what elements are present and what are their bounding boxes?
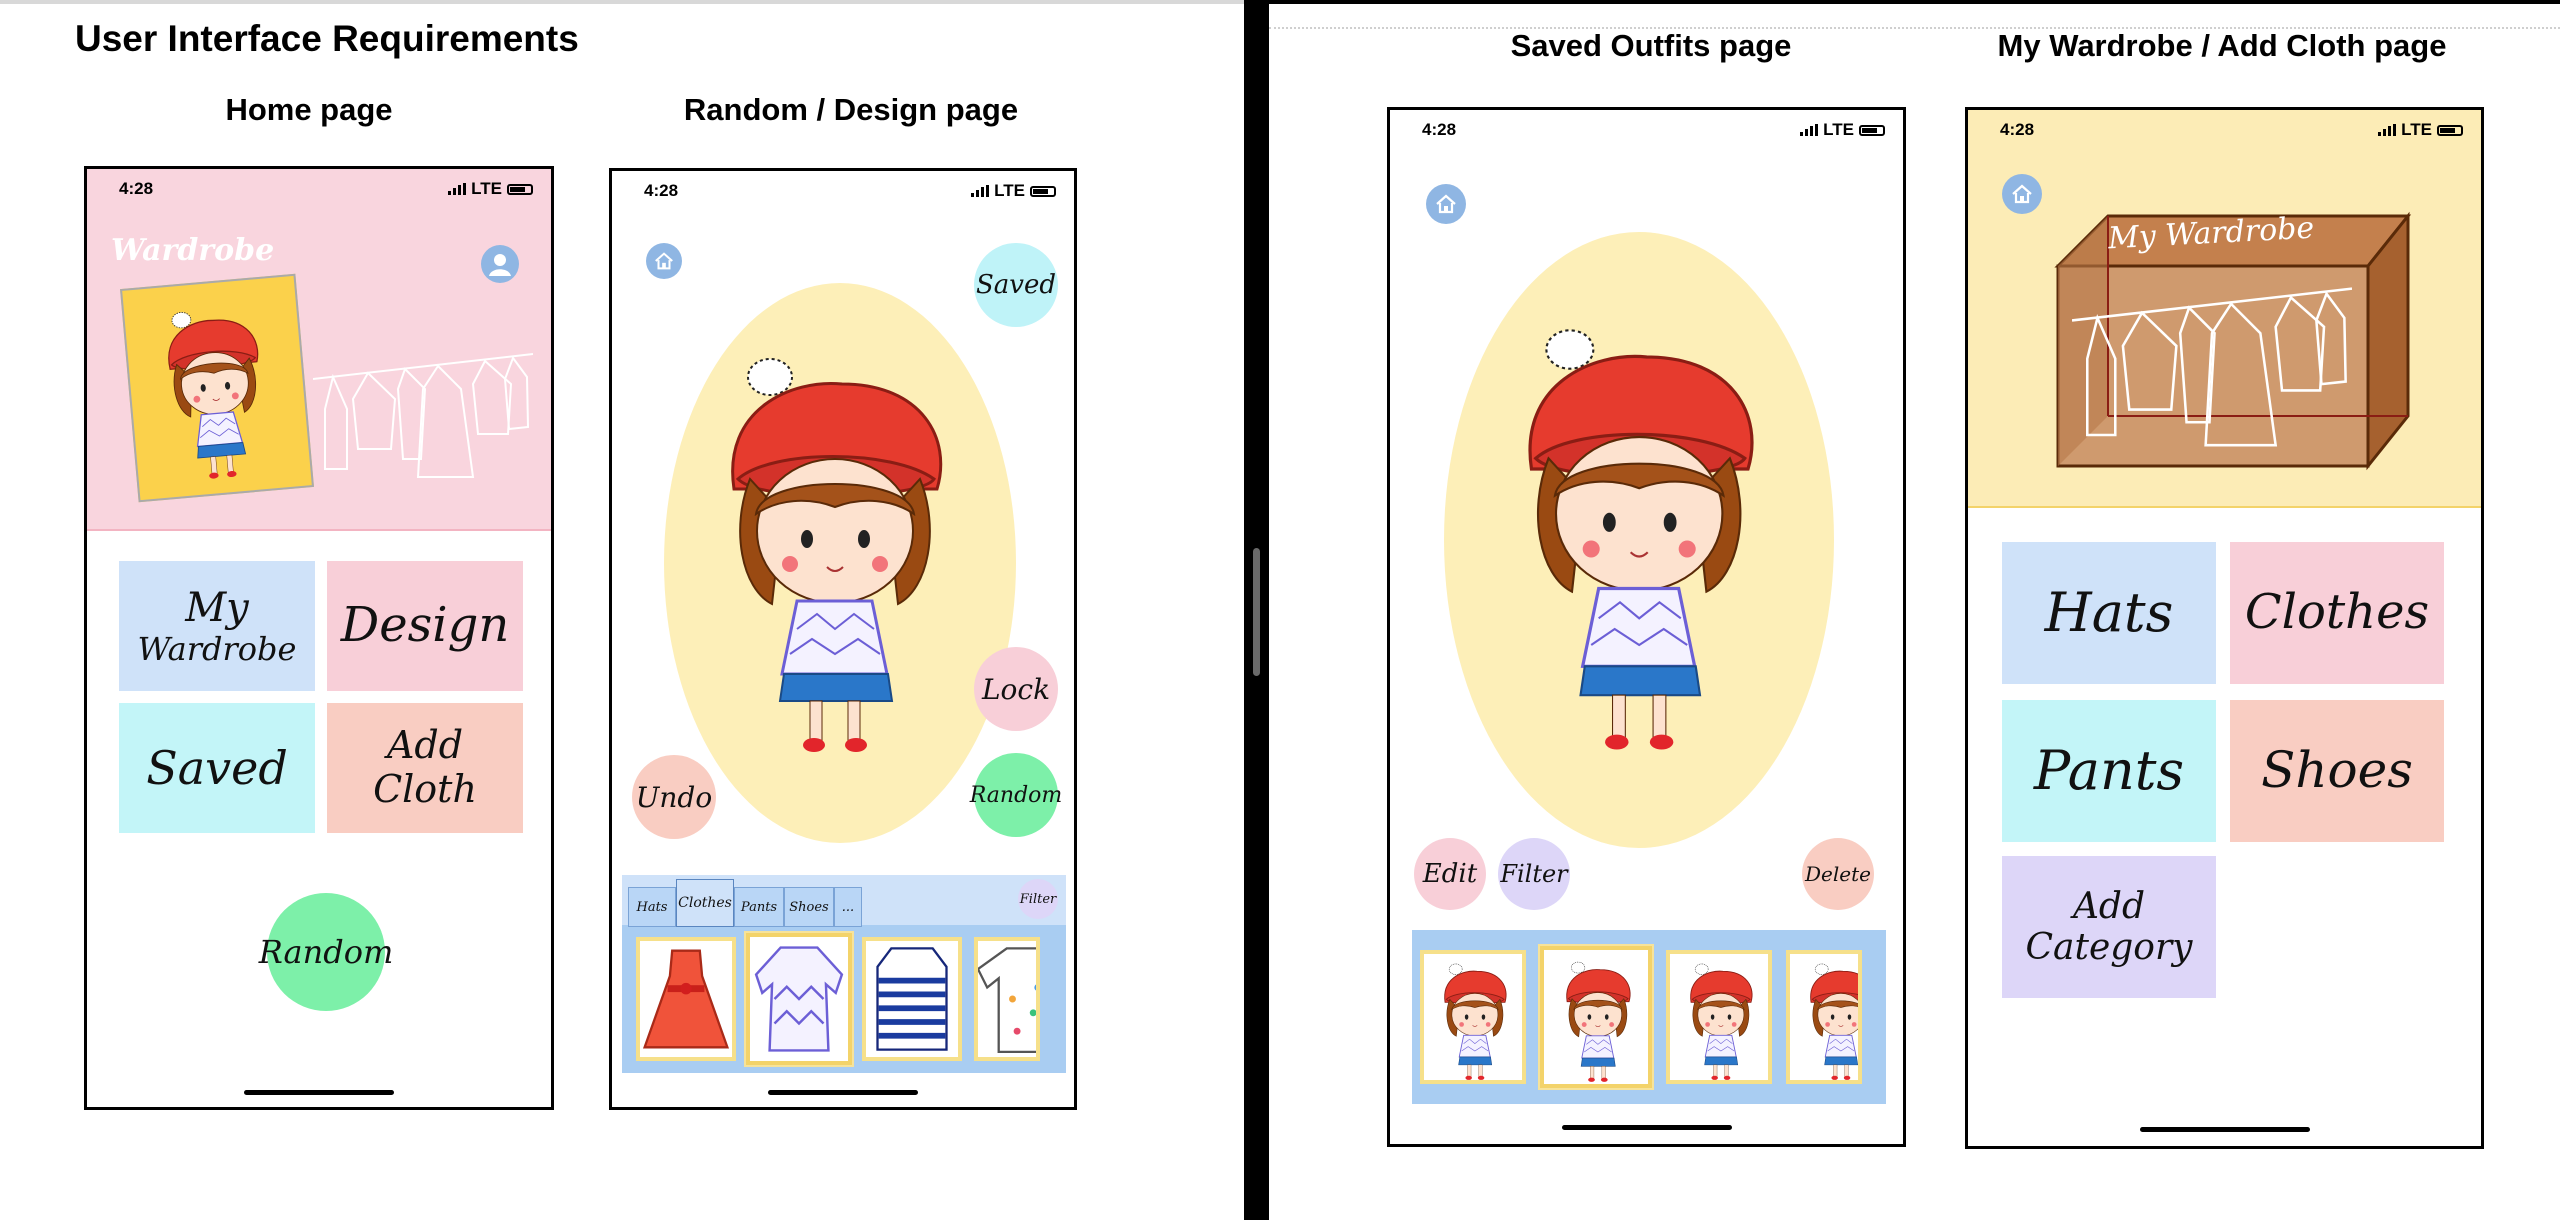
tab-more[interactable]: ... (834, 887, 862, 927)
add-category-tile[interactable]: Add Category (2002, 856, 2216, 998)
home-indicator (768, 1090, 918, 1095)
home-header-title: Wardrobe (111, 233, 275, 268)
home-indicator (1561, 1125, 1732, 1130)
home-indicator (2139, 1127, 2310, 1132)
clothing-picker: Hats Clothes Pants Shoes ... Filter (622, 875, 1066, 1073)
wardrobe-phone-frame: 4:28 LTE My Wardrobe Hats Clothes Pants … (1965, 107, 2484, 1149)
status-time: 4:28 (119, 179, 154, 198)
status-bar: 4:28 LTE (1390, 110, 1903, 146)
clothing-item-card[interactable] (862, 937, 962, 1061)
clothes-rack-sketch (2072, 280, 2352, 450)
battery-icon (1859, 124, 1885, 136)
home-button[interactable] (2002, 174, 2042, 214)
girl-illustration (152, 297, 277, 486)
striped-shirt-icon (866, 941, 958, 1057)
dotted-shirt-icon (978, 941, 1040, 1057)
battery-icon (1030, 185, 1056, 197)
clothing-item-card-selected[interactable] (746, 933, 852, 1065)
status-bar: 4:28 LTE (1968, 110, 2481, 146)
network-label: LTE (994, 181, 1025, 200)
random-button[interactable]: Random (259, 893, 393, 1011)
status-bar: 4:28 LTE (87, 169, 551, 205)
home-icon (2010, 182, 2034, 206)
battery-icon (507, 183, 533, 195)
dress-icon (640, 941, 732, 1057)
sweater-icon (750, 937, 848, 1061)
battery-icon (2437, 124, 2463, 136)
clothing-item-card[interactable] (974, 937, 1040, 1061)
home-button[interactable] (1426, 184, 1466, 224)
signal-icon (448, 183, 467, 195)
wardrobe-page-label: My Wardrobe / Add Cloth page (1997, 28, 2447, 63)
saved-outfit-card[interactable] (1420, 950, 1526, 1084)
shoes-tile[interactable]: Shoes (2230, 700, 2444, 842)
scrollbar-handle[interactable] (1253, 548, 1260, 676)
status-time: 4:28 (2000, 120, 2035, 139)
home-icon (1434, 192, 1458, 216)
add-cloth-tile[interactable]: Add Cloth (327, 703, 523, 833)
home-page-label: Home page (225, 92, 393, 127)
saved-phone-frame: 4:28 LTE Edit Filter Delete (1387, 107, 1906, 1147)
right-panel: Saved Outfits page My Wardrobe / Add Clo… (1269, 0, 2560, 1220)
saved-page-label: Saved Outfits page (1510, 28, 1792, 63)
status-time: 4:28 (1422, 120, 1457, 139)
network-label: LTE (1823, 120, 1854, 139)
home-indicator (244, 1090, 394, 1095)
outfit-thumbnail (1684, 958, 1756, 1082)
design-tile[interactable]: Design (327, 561, 523, 691)
profile-icon[interactable] (481, 245, 519, 283)
filter-button[interactable]: Filter (1498, 838, 1570, 910)
status-time: 4:28 (644, 181, 679, 200)
saved-outfit-card-selected[interactable] (1540, 946, 1652, 1088)
signal-icon (971, 185, 990, 197)
outfit-thumbnail (1560, 956, 1634, 1084)
saved-button[interactable]: Saved (974, 243, 1058, 327)
top-rule (0, 0, 1244, 4)
clothes-tile[interactable]: Clothes (2230, 542, 2444, 684)
undo-button[interactable]: Undo (632, 755, 716, 839)
my-wardrobe-tile[interactable]: My Wardrobe (119, 561, 315, 691)
avatar-girl (1508, 298, 1764, 768)
clothing-item-card[interactable] (636, 937, 736, 1061)
saved-outfit-card[interactable] (1666, 950, 1772, 1084)
clothes-rack-sketch (313, 349, 533, 479)
signal-icon (2378, 124, 2397, 136)
saved-tile[interactable]: Saved (119, 703, 315, 833)
avatar-girl (712, 339, 952, 759)
hats-tile[interactable]: Hats (2002, 542, 2216, 684)
outfit-thumbnail (1438, 958, 1510, 1082)
document-title: User Interface Requirements (75, 18, 579, 59)
design-page-label: Random / Design page (683, 92, 1019, 127)
lock-button[interactable]: Lock (974, 647, 1058, 731)
signal-icon (1800, 124, 1819, 136)
home-icon (653, 250, 675, 272)
home-button[interactable] (646, 243, 682, 279)
design-phone-frame: 4:28 LTE Saved Lock Random Undo Hats Clo… (609, 168, 1077, 1110)
pants-tile[interactable]: Pants (2002, 700, 2216, 842)
random-button[interactable]: Random (970, 753, 1062, 837)
home-illustration-card (120, 273, 314, 503)
home-phone-frame: 4:28 LTE Wardrobe My Wardrobe Design Save… (84, 166, 554, 1110)
tab-pants[interactable]: Pants (734, 887, 784, 927)
tab-shoes[interactable]: Shoes (784, 887, 834, 927)
category-tabs: Hats Clothes Pants Shoes ... (628, 879, 862, 927)
saved-outfit-card[interactable] (1786, 950, 1862, 1084)
top-rule (1269, 0, 2560, 4)
edit-button[interactable]: Edit (1414, 838, 1486, 910)
tab-clothes[interactable]: Clothes (676, 879, 734, 927)
filter-button[interactable]: Filter (1018, 879, 1058, 919)
saved-outfits-strip (1412, 930, 1886, 1104)
status-bar: 4:28 LTE (612, 171, 1074, 207)
network-label: LTE (471, 179, 502, 198)
network-label: LTE (2401, 120, 2432, 139)
delete-button[interactable]: Delete (1802, 838, 1874, 910)
left-panel: User Interface Requirements Home page Ra… (0, 0, 1244, 1220)
outfit-thumbnail (1804, 958, 1862, 1082)
tab-hats[interactable]: Hats (628, 887, 676, 927)
